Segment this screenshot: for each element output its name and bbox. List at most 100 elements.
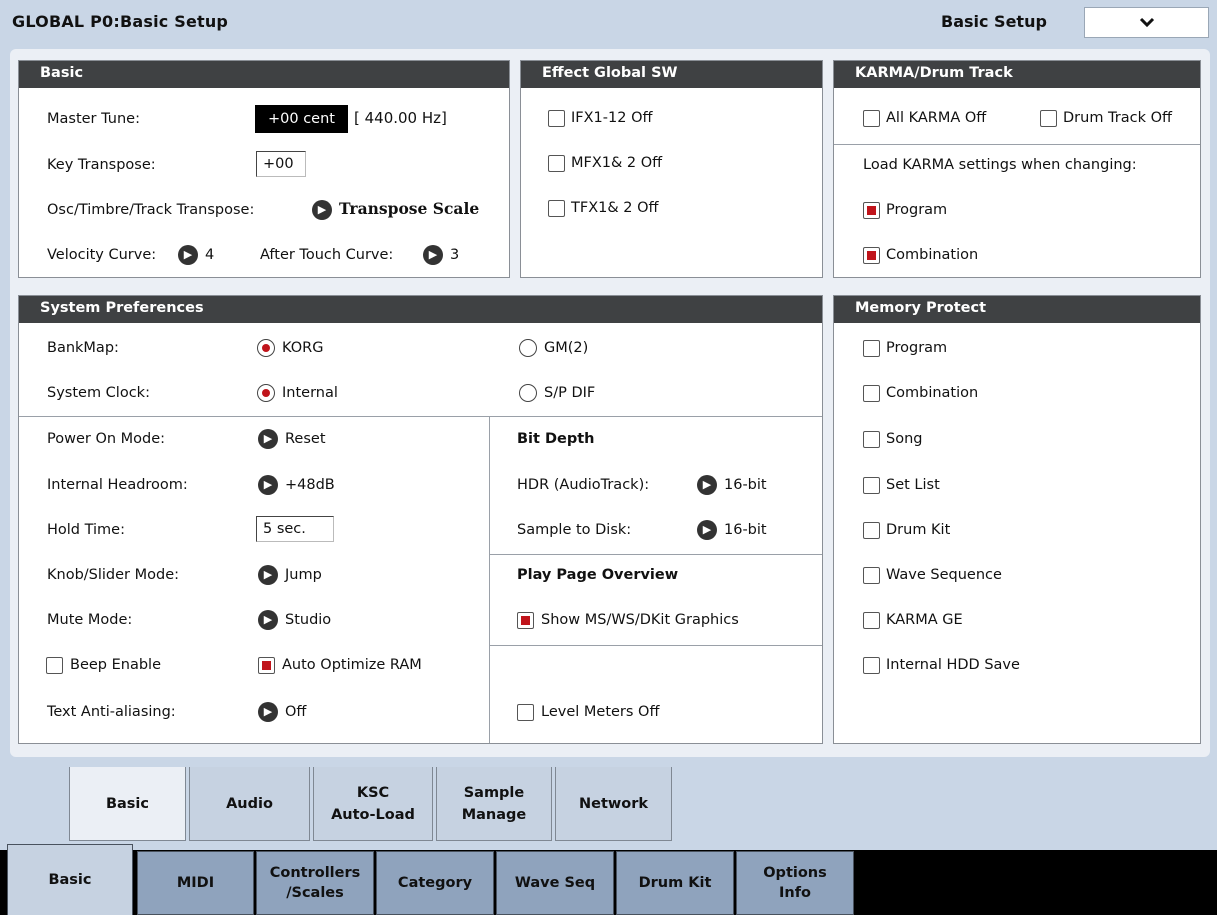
tab-controllers-scales[interactable]: Controllers/Scales bbox=[256, 851, 374, 915]
karma-program-label: Program bbox=[886, 202, 948, 218]
memory-karma-ge-checkbox[interactable] bbox=[863, 612, 880, 629]
karma-combination-label: Combination bbox=[886, 247, 979, 263]
memory-song-checkbox[interactable] bbox=[863, 431, 880, 448]
overview-divider bbox=[489, 645, 822, 646]
effect-panel-heading: Effect Global SW bbox=[521, 61, 822, 88]
hdr-value[interactable]: 16-bit bbox=[724, 477, 767, 493]
tab-options-line1: Options bbox=[763, 865, 827, 881]
basic-panel: Basic Master Tune: +00 cent [ 440.00 Hz]… bbox=[18, 60, 510, 278]
headroom-arrow-icon[interactable]: ▶ bbox=[258, 475, 278, 495]
clock-internal-radio[interactable] bbox=[257, 384, 275, 402]
subtab-ksc-line2: Auto-Load bbox=[331, 806, 415, 823]
system-column-divider bbox=[489, 416, 490, 743]
karma-combination-checkbox[interactable] bbox=[863, 247, 880, 264]
tab-midi-label: MIDI bbox=[176, 875, 215, 891]
velocity-curve-value[interactable]: 4 bbox=[205, 247, 214, 263]
memory-drumkit-checkbox[interactable] bbox=[863, 522, 880, 539]
page-menu-label: Basic Setup bbox=[941, 12, 1047, 31]
beep-enable-label: Beep Enable bbox=[70, 657, 161, 673]
subtab-basic[interactable]: Basic bbox=[69, 767, 186, 841]
master-tune-value[interactable]: +00 cent bbox=[255, 105, 348, 133]
page-title: GLOBAL P0:Basic Setup bbox=[12, 12, 229, 31]
memory-setlist-checkbox[interactable] bbox=[863, 477, 880, 494]
aftertouch-curve-arrow-icon[interactable]: ▶ bbox=[423, 245, 443, 265]
level-meters-off-checkbox[interactable] bbox=[517, 704, 534, 721]
anti-aliasing-arrow-icon[interactable]: ▶ bbox=[258, 702, 278, 722]
memory-drumkit-label: Drum Kit bbox=[886, 522, 951, 538]
tab-options-info[interactable]: Options Info bbox=[736, 851, 854, 915]
ifx-off-label: IFX1-12 Off bbox=[571, 110, 653, 126]
system-panel-heading: System Preferences bbox=[19, 296, 822, 323]
master-tune-hz: [ 440.00 Hz] bbox=[354, 109, 447, 127]
subtab-sample-manage[interactable]: Sample Manage bbox=[436, 767, 552, 841]
headroom-label: Internal Headroom: bbox=[47, 477, 188, 493]
tfx-off-label: TFX1& 2 Off bbox=[571, 200, 659, 216]
subtab-basic-label: Basic bbox=[105, 795, 150, 812]
karma-program-checkbox[interactable] bbox=[863, 202, 880, 219]
clock-internal-label: Internal bbox=[282, 385, 338, 401]
tfx-off-checkbox[interactable] bbox=[548, 200, 565, 217]
hdr-label: HDR (AudioTrack): bbox=[517, 477, 650, 493]
tab-category-label: Category bbox=[397, 875, 473, 891]
subtab-audio-label: Audio bbox=[226, 795, 273, 812]
chevron-down-icon bbox=[1139, 17, 1154, 27]
sample-to-disk-label: Sample to Disk: bbox=[517, 522, 632, 538]
system-clock-label: System Clock: bbox=[47, 385, 150, 401]
all-karma-off-checkbox[interactable] bbox=[863, 110, 880, 127]
knob-slider-arrow-icon[interactable]: ▶ bbox=[258, 565, 278, 585]
headroom-value[interactable]: +48dB bbox=[285, 477, 335, 493]
power-on-value[interactable]: Reset bbox=[285, 431, 326, 447]
karma-panel: KARMA/Drum Track All KARMA Off Drum Trac… bbox=[833, 60, 1201, 278]
mute-mode-arrow-icon[interactable]: ▶ bbox=[258, 610, 278, 630]
memory-hdd-save-checkbox[interactable] bbox=[863, 657, 880, 674]
subtab-audio[interactable]: Audio bbox=[189, 767, 310, 841]
mute-mode-value[interactable]: Studio bbox=[285, 612, 331, 628]
knob-slider-value[interactable]: Jump bbox=[285, 567, 322, 583]
power-on-arrow-icon[interactable]: ▶ bbox=[258, 429, 278, 449]
bit-depth-divider bbox=[489, 554, 822, 555]
subtab-network[interactable]: Network bbox=[555, 767, 672, 841]
tab-drum-kit[interactable]: Drum Kit bbox=[616, 851, 734, 915]
mfx-off-checkbox[interactable] bbox=[548, 155, 565, 172]
bankmap-gm-radio[interactable] bbox=[519, 339, 537, 357]
sample-to-disk-value[interactable]: 16-bit bbox=[724, 522, 767, 538]
sample-to-disk-arrow-icon[interactable]: ▶ bbox=[697, 520, 717, 540]
bankmap-korg-radio[interactable] bbox=[257, 339, 275, 357]
memory-wavesequence-checkbox[interactable] bbox=[863, 567, 880, 584]
auto-optimize-checkbox[interactable] bbox=[258, 657, 275, 674]
osc-transpose-label: Osc/Timbre/Track Transpose: bbox=[47, 202, 255, 218]
bankmap-gm-label: GM(2) bbox=[544, 340, 589, 356]
tab-category[interactable]: Category bbox=[376, 851, 494, 915]
aftertouch-curve-label: After Touch Curve: bbox=[260, 247, 394, 263]
page-menu-button[interactable] bbox=[1084, 7, 1209, 38]
osc-transpose-value[interactable]: Transpose Scale bbox=[339, 199, 479, 218]
memory-combination-checkbox[interactable] bbox=[863, 385, 880, 402]
bankmap-korg-label: KORG bbox=[282, 340, 324, 356]
drum-track-off-checkbox[interactable] bbox=[1040, 110, 1057, 127]
tab-basic[interactable]: Basic bbox=[7, 844, 133, 915]
key-transpose-field[interactable]: +00 bbox=[256, 151, 306, 177]
hold-time-field[interactable]: 5 sec. bbox=[256, 516, 334, 542]
effect-global-panel: Effect Global SW IFX1-12 Off MFX1& 2 Off… bbox=[520, 60, 823, 278]
ifx-off-checkbox[interactable] bbox=[548, 110, 565, 127]
subtab-ksc-autoload[interactable]: KSC Auto-Load bbox=[313, 767, 433, 841]
aftertouch-curve-value[interactable]: 3 bbox=[450, 247, 459, 263]
all-karma-off-label: All KARMA Off bbox=[886, 110, 987, 126]
osc-transpose-arrow-icon[interactable]: ▶ bbox=[312, 200, 332, 220]
beep-enable-checkbox[interactable] bbox=[46, 657, 63, 674]
anti-aliasing-label: Text Anti-aliasing: bbox=[47, 704, 176, 720]
clock-spdif-radio[interactable] bbox=[519, 384, 537, 402]
show-graphics-checkbox[interactable] bbox=[517, 612, 534, 629]
memory-program-checkbox[interactable] bbox=[863, 340, 880, 357]
hdr-arrow-icon[interactable]: ▶ bbox=[697, 475, 717, 495]
level-meters-off-label: Level Meters Off bbox=[541, 704, 660, 720]
velocity-curve-arrow-icon[interactable]: ▶ bbox=[178, 245, 198, 265]
memory-setlist-label: Set List bbox=[886, 477, 940, 493]
karma-panel-heading: KARMA/Drum Track bbox=[834, 61, 1200, 88]
tab-wave-seq[interactable]: Wave Seq bbox=[496, 851, 614, 915]
memory-combination-label: Combination bbox=[886, 385, 979, 401]
tab-midi[interactable]: MIDI bbox=[137, 851, 254, 915]
anti-aliasing-value[interactable]: Off bbox=[285, 704, 306, 720]
clock-spdif-label: S/P DIF bbox=[544, 385, 596, 401]
hold-time-label: Hold Time: bbox=[47, 522, 125, 538]
